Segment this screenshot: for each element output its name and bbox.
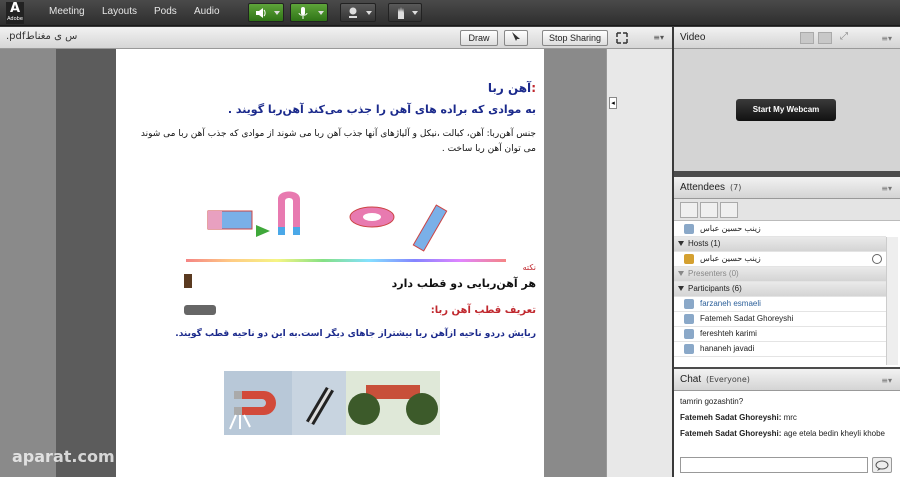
- pdf-page: :آهن ربا به موادی که براده های آهن را جذ…: [116, 49, 544, 477]
- user-icon: [684, 224, 694, 234]
- magnet-photo: [292, 371, 346, 435]
- decorative-divider: [186, 259, 506, 262]
- bullet-image: [184, 305, 216, 315]
- adobe-logo: A Adobe: [6, 1, 24, 24]
- participant-row[interactable]: farzaneh esmaeli: [674, 297, 886, 312]
- chat-pod: Chat (Everyone) ≡▾ tamrin gozashtin? Fat…: [674, 367, 900, 477]
- attendees-title: Attendees: [680, 182, 726, 193]
- attendees-pod: Attendees (7) ≡▾ زینب حسین عباس Hosts (1…: [674, 175, 900, 367]
- presenters-group[interactable]: Presenters (0): [674, 267, 886, 282]
- attendees-count: (7): [730, 183, 742, 192]
- attendees-scrollbar[interactable]: [886, 237, 898, 365]
- role-view-icon[interactable]: [720, 202, 738, 218]
- user-icon: [684, 344, 694, 354]
- send-message-button[interactable]: [872, 457, 892, 473]
- chat-title: Chat: [680, 374, 702, 385]
- fullscreen-icon[interactable]: [616, 32, 628, 44]
- microphone-icon: [298, 7, 308, 19]
- status-view-icon[interactable]: [700, 202, 718, 218]
- pole-definition-title: تعریف قطب آهن ربا:: [430, 305, 536, 316]
- filmstrip-view-icon[interactable]: [818, 32, 832, 44]
- list-view-icon[interactable]: [680, 202, 698, 218]
- viewer-gutter: [544, 49, 606, 477]
- video-area: Start My Webcam: [674, 49, 900, 171]
- hosts-group[interactable]: Hosts (1): [674, 237, 886, 252]
- pod-options-icon[interactable]: ≡▾: [653, 33, 664, 42]
- speech-bubble-icon: [875, 460, 889, 471]
- chat-pod-header: Chat (Everyone) ≡▾: [674, 369, 900, 391]
- microphone-button[interactable]: [290, 3, 328, 22]
- participant-row[interactable]: Fatemeh Sadat Ghoreyshi: [674, 312, 886, 327]
- menu-layouts[interactable]: Layouts: [102, 6, 137, 17]
- expand-icon[interactable]: [678, 286, 684, 291]
- pod-options-icon[interactable]: ≡▾: [881, 184, 892, 193]
- two-poles-text: هر آهن‌ربایی دو قطب دارد: [391, 277, 536, 290]
- menu-meeting[interactable]: Meeting: [49, 6, 85, 17]
- chevron-down-icon[interactable]: [412, 11, 418, 15]
- chat-input[interactable]: [680, 457, 868, 473]
- side-panel-toggle[interactable]: ◂: [609, 97, 617, 109]
- expand-icon[interactable]: [678, 271, 684, 276]
- magnet-photo: [346, 371, 440, 435]
- user-icon: [684, 299, 694, 309]
- page-heading: :آهن ربا: [487, 81, 536, 95]
- video-pod: Video ⤢ ≡▾ Start My Webcam: [674, 27, 900, 175]
- watermark: aparat.com: [12, 447, 115, 466]
- bullet-image: [184, 274, 192, 288]
- draw-button[interactable]: Draw: [460, 30, 498, 46]
- chevron-down-icon[interactable]: [318, 11, 324, 15]
- share-pod: .pdfس ی مغناط Draw Stop Sharing ≡▾ ◂ :آه…: [0, 27, 672, 477]
- video-pod-title: Video: [680, 32, 706, 43]
- stop-sharing-button[interactable]: Stop Sharing: [542, 30, 608, 46]
- magnet-definition: به موادی که براده های آهن را جذب می‌کند …: [227, 103, 536, 116]
- chat-message: tamrin gozashtin?: [680, 397, 744, 406]
- top-menu-bar: A Adobe Meeting Layouts Pods Audio: [0, 0, 900, 26]
- pod-options-icon[interactable]: ≡▾: [881, 34, 892, 43]
- attendees-pod-header: Attendees (7) ≡▾: [674, 177, 900, 199]
- microphone-icon: [872, 254, 882, 264]
- share-pod-header: .pdfس ی مغناط Draw Stop Sharing ≡▾: [0, 27, 672, 49]
- expand-icon[interactable]: [678, 241, 684, 246]
- start-webcam-button[interactable]: Start My Webcam: [736, 99, 836, 121]
- viewer-side-panel: ◂: [606, 49, 672, 477]
- document-title: .pdfس ی مغناط: [6, 31, 78, 42]
- chat-message: Fatemeh Sadat Ghoreyshi: mrc: [680, 413, 797, 422]
- magnet-illustrations: [207, 191, 448, 252]
- hand-icon: [398, 7, 404, 19]
- webcam-icon: [349, 7, 357, 18]
- participant-row[interactable]: fereshteh karimi: [674, 327, 886, 342]
- camera-button[interactable]: [340, 3, 376, 22]
- chevron-down-icon[interactable]: [274, 11, 280, 15]
- self-attendee-row[interactable]: زینب حسین عباس: [674, 222, 886, 237]
- pole-definition-text: ربایش دردو ناحیه ازآهن ربا بیشتراز جاهای…: [175, 329, 536, 339]
- fullscreen-icon[interactable]: ⤢: [840, 31, 848, 42]
- chevron-down-icon[interactable]: [366, 11, 372, 15]
- pointer-tool-button[interactable]: [504, 30, 528, 46]
- document-viewer: ◂ :آهن ربا به موادی که براده های آهن را …: [0, 49, 672, 477]
- chat-scope: (Everyone): [706, 375, 750, 384]
- participants-group[interactable]: Participants (6): [674, 282, 886, 297]
- chat-message: Fatemeh Sadat Ghoreyshi: age etela bedin…: [680, 429, 885, 438]
- grid-view-icon[interactable]: [800, 32, 814, 44]
- magnet-material-text: جنس آهن‌ربا: آهن، کبالت ،نیکل و آلیاژهای…: [140, 129, 536, 154]
- speaker-icon: [256, 8, 266, 18]
- video-pod-header: Video ⤢ ≡▾: [674, 27, 900, 49]
- speaker-button[interactable]: [248, 3, 284, 22]
- menu-pods[interactable]: Pods: [154, 6, 177, 17]
- participant-row[interactable]: hananeh javadi: [674, 342, 886, 357]
- note-label: نکته: [522, 263, 536, 272]
- raise-hand-button[interactable]: [388, 3, 422, 22]
- attendees-toolbar: [674, 199, 900, 221]
- host-icon: [684, 254, 694, 264]
- menu-audio[interactable]: Audio: [194, 6, 220, 17]
- viewer-gutter: [0, 49, 56, 477]
- host-row[interactable]: زینب حسین عباس: [674, 252, 886, 267]
- magnet-photo: [224, 371, 292, 435]
- pod-options-icon[interactable]: ≡▾: [881, 376, 892, 385]
- pointer-icon: [512, 32, 520, 41]
- user-icon: [684, 314, 694, 324]
- user-icon: [684, 329, 694, 339]
